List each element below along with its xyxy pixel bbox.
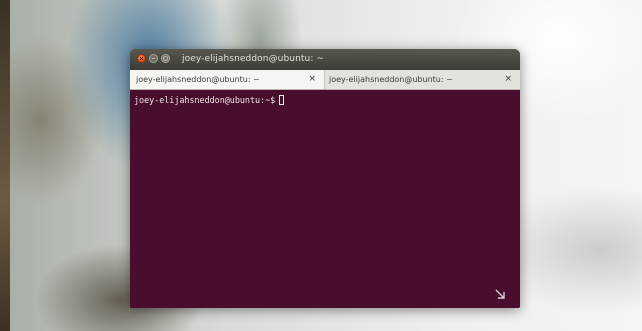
text-cursor — [279, 95, 285, 105]
terminal-window[interactable]: joey-elijahsneddon@ubuntu: ~ joey-elijah… — [130, 49, 520, 308]
maximize-icon[interactable] — [161, 54, 170, 63]
terminal-area[interactable]: joey-elijahsneddon@ubuntu:~$ — [130, 90, 520, 308]
desktop-background-edge — [0, 0, 10, 331]
tab-1[interactable]: joey-elijahsneddon@ubuntu: ~ × — [130, 70, 325, 89]
minimize-icon[interactable] — [149, 54, 158, 63]
tab-bar: joey-elijahsneddon@ubuntu: ~ × joey-elij… — [130, 70, 520, 90]
close-icon[interactable] — [137, 54, 146, 63]
window-titlebar[interactable]: joey-elijahsneddon@ubuntu: ~ — [130, 49, 520, 71]
window-title: joey-elijahsneddon@ubuntu: ~ — [182, 54, 325, 64]
resize-grip-icon[interactable] — [494, 288, 506, 300]
shell-prompt: joey-elijahsneddon@ubuntu:~$ — [134, 95, 276, 105]
prompt-line: joey-elijahsneddon@ubuntu:~$ — [134, 95, 285, 106]
tab-2[interactable]: joey-elijahsneddon@ubuntu: ~ × — [325, 70, 520, 89]
tab-2-close-icon[interactable]: × — [504, 70, 512, 89]
tab-1-label: joey-elijahsneddon@ubuntu: ~ — [136, 75, 260, 84]
tab-2-label: joey-elijahsneddon@ubuntu: ~ — [329, 75, 453, 84]
tab-1-close-icon[interactable]: × — [308, 70, 316, 89]
